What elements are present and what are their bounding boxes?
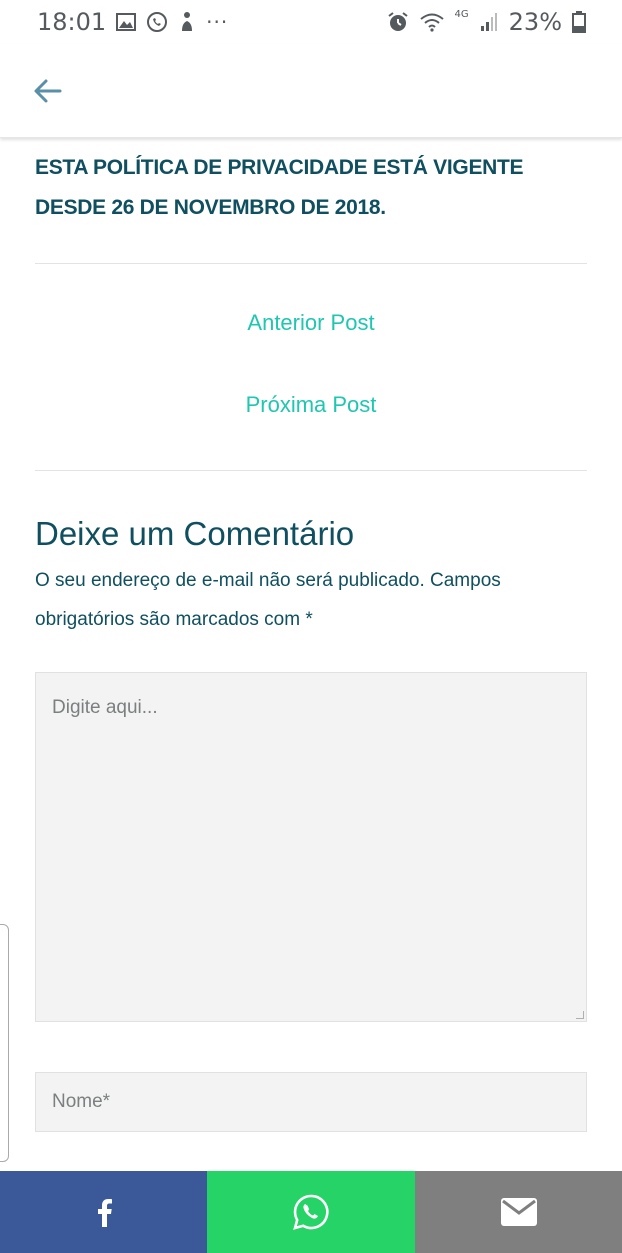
gallery-icon bbox=[116, 13, 137, 31]
email-share-button[interactable] bbox=[415, 1171, 622, 1253]
signal-icon bbox=[479, 12, 499, 32]
previous-post-link[interactable]: Anterior Post bbox=[35, 310, 587, 336]
whatsapp-icon bbox=[293, 1194, 329, 1230]
post-navigation: Anterior Post Próxima Post bbox=[35, 310, 587, 418]
wifi-icon bbox=[419, 12, 445, 32]
battery-icon bbox=[572, 11, 586, 33]
main-content: ESTA POLÍTICA DE PRIVACIDADE ESTÁ VIGENT… bbox=[35, 138, 587, 1132]
name-field[interactable]: Nome* bbox=[35, 1072, 587, 1132]
status-bar: 18:01 ··· 4G 23% bbox=[0, 0, 622, 44]
comment-textarea[interactable]: Digite aqui... bbox=[35, 672, 587, 1022]
facebook-share-button[interactable] bbox=[0, 1171, 207, 1253]
mail-icon bbox=[500, 1198, 537, 1226]
comment-placeholder: Digite aqui... bbox=[52, 697, 158, 718]
app-icon bbox=[178, 11, 196, 33]
clock: 18:01 bbox=[37, 8, 107, 36]
divider bbox=[35, 263, 587, 264]
alarm-icon bbox=[387, 11, 409, 33]
resize-handle[interactable] bbox=[576, 1011, 584, 1019]
arrow-left-icon bbox=[34, 79, 62, 103]
next-post-link[interactable]: Próxima Post bbox=[35, 392, 587, 418]
name-placeholder: Nome* bbox=[52, 1091, 111, 1112]
battery-percent: 23% bbox=[508, 8, 562, 36]
more-icon: ··· bbox=[206, 10, 229, 34]
whatsapp-icon bbox=[146, 11, 168, 33]
status-bar-left: 18:01 ··· bbox=[37, 8, 228, 36]
comment-note: O seu endereço de e-mail não será public… bbox=[35, 570, 501, 630]
network-type: 4G bbox=[454, 8, 469, 20]
back-button[interactable] bbox=[28, 72, 68, 112]
share-bar bbox=[0, 1171, 622, 1253]
facebook-icon bbox=[97, 1199, 112, 1227]
comment-section-title: Deixe um Comentário bbox=[35, 515, 355, 552]
policy-notice: ESTA POLÍTICA DE PRIVACIDADE ESTÁ VIGENT… bbox=[35, 156, 524, 219]
whatsapp-share-button[interactable] bbox=[207, 1171, 415, 1253]
side-drawer-tab[interactable] bbox=[0, 924, 9, 1162]
status-bar-right: 4G 23% bbox=[387, 8, 586, 36]
divider bbox=[35, 470, 587, 471]
app-header bbox=[0, 44, 622, 138]
